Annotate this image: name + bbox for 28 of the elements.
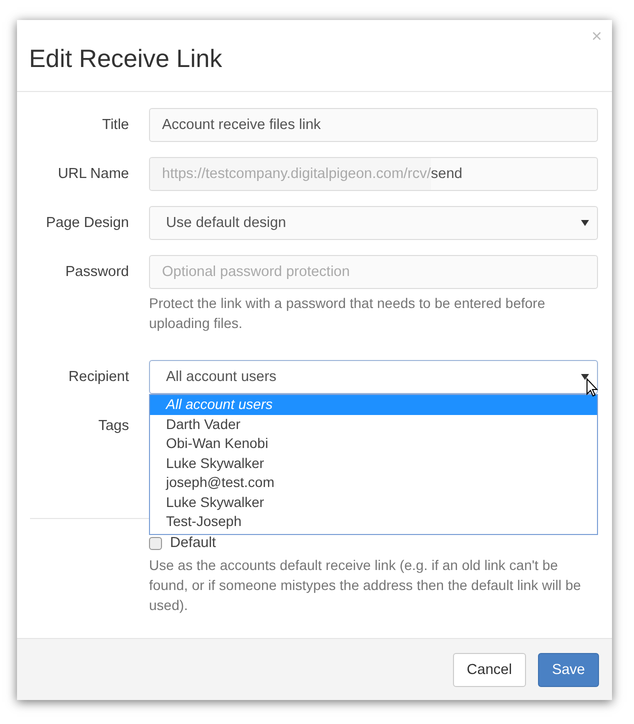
url-prefix: https://testcompany.digitalpigeon.com/rcv/ — [150, 158, 431, 190]
field-label: Tags — [98, 417, 129, 436]
dropdown-option[interactable]: Darth Vader — [150, 414, 597, 434]
design-select[interactable]: Use default design — [149, 206, 598, 240]
caret-icon — [581, 220, 589, 226]
default-checkbox[interactable] — [149, 536, 162, 550]
field-label: URL Name — [58, 165, 129, 184]
field-label: Title — [102, 116, 129, 135]
checkbox-label: Default — [170, 535, 216, 551]
caret-icon — [581, 374, 589, 380]
cancel-button[interactable]: Cancel — [452, 652, 526, 686]
help-text: Use as the accounts default receive link (e.g. if an old link can't be found, or if someone mistypes the address then the default link will be used). — [149, 556, 582, 615]
field-label: Recipient — [68, 368, 129, 387]
dropdown-option[interactable]: Luke Skywalker — [150, 492, 597, 512]
dropdown-option[interactable]: Obi-Wan Kenobi — [150, 434, 597, 454]
dropdown-option[interactable]: Test-Joseph — [150, 512, 597, 532]
recipient-select[interactable]: All account users — [149, 360, 598, 394]
dropdown-option[interactable]: joseph@test.com — [150, 473, 597, 492]
field-label: Page Design — [46, 214, 129, 233]
password-field[interactable]: Optional password protection — [149, 255, 598, 289]
dialog-title: Edit Receive Link — [29, 45, 222, 74]
url-name-input[interactable]: send — [430, 166, 597, 182]
save-button[interactable]: Save — [538, 652, 599, 686]
title-field[interactable]: Account receive files link — [149, 108, 598, 142]
url-field[interactable]: https://testcompany.digitalpigeon.com/rcv/send — [149, 157, 598, 191]
dropdown-option[interactable]: Luke Skywalker — [150, 454, 597, 473]
field-label: Password — [65, 263, 129, 282]
help-text: Protect the link with a password that needs to be entered before uploading files. — [149, 294, 546, 333]
